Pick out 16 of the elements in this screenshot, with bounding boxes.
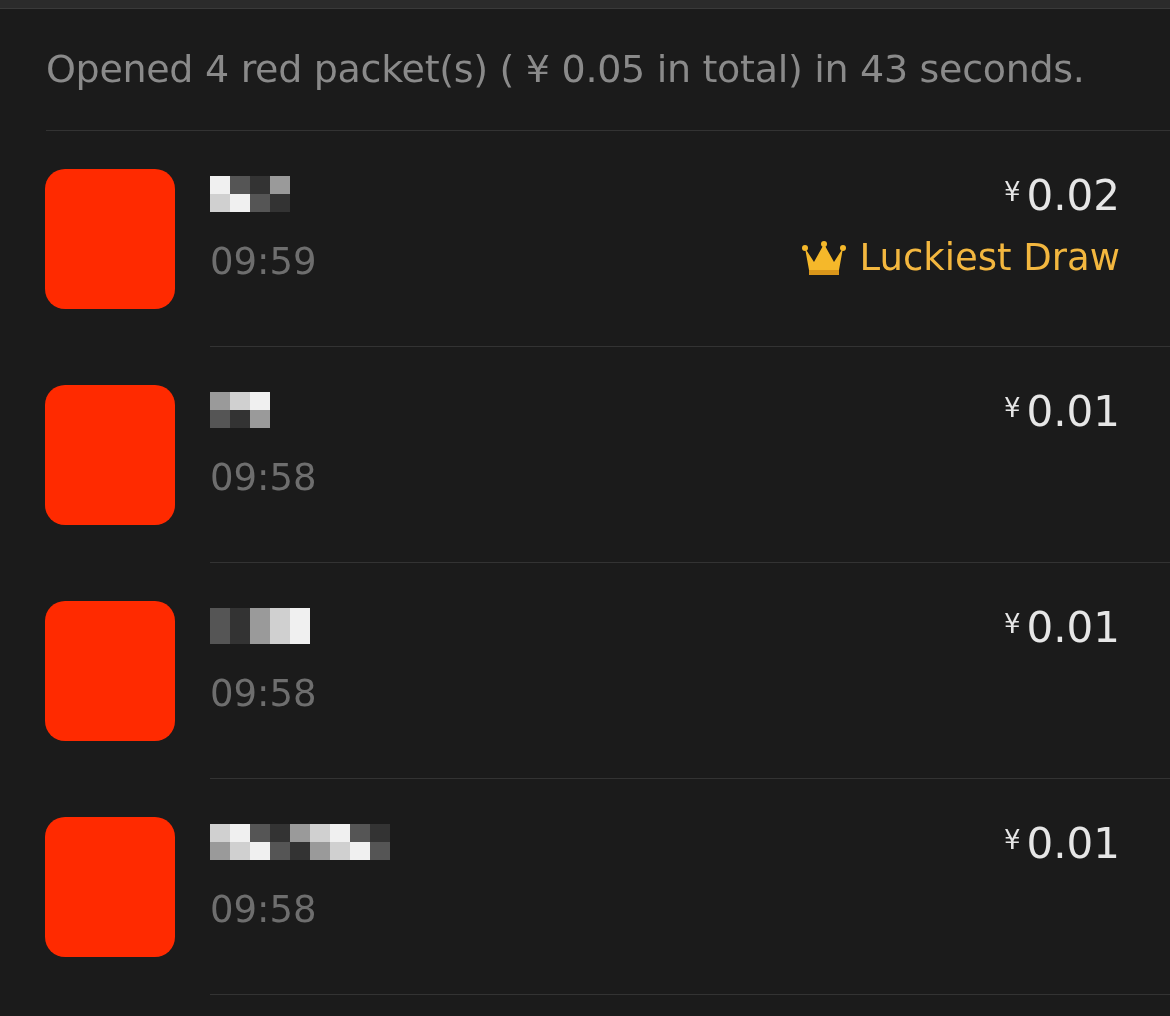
pixelated-name-drawing <box>210 392 270 428</box>
luckiest-draw-label: Luckiest Draw <box>859 236 1120 279</box>
amount-text: 0.01 <box>1026 603 1120 652</box>
time-text: 09:58 <box>210 456 317 499</box>
currency-symbol: ¥ <box>1003 825 1021 855</box>
summary-text: Opened 4 red packet(s) ( ¥ 0.05 in total) in 43 seconds. <box>46 47 1170 131</box>
amount-text: 0.01 <box>1026 819 1120 868</box>
crown-icon <box>801 239 846 276</box>
currency-symbol: ¥ <box>1003 609 1021 639</box>
time-text: 09:58 <box>210 672 317 715</box>
currency-symbol: ¥ <box>1003 177 1021 207</box>
amount-text: 0.02 <box>1026 171 1120 220</box>
amount-text: 0.01 <box>1026 387 1120 436</box>
time-text: 09:58 <box>210 888 317 931</box>
currency-symbol: ¥ <box>1003 393 1021 423</box>
time-text: 09:59 <box>210 240 317 283</box>
